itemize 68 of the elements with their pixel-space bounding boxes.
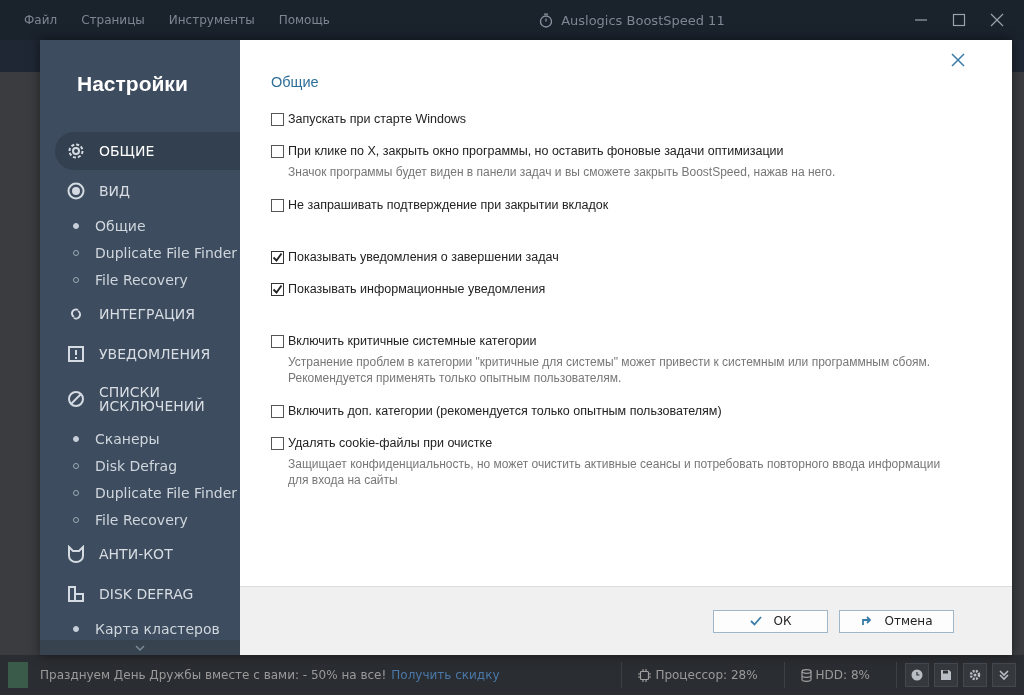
maximize-icon[interactable] [952,13,966,27]
chevron-down-icon [135,644,145,651]
checkbox-option[interactable]: Включить критичные системные категории [271,334,1002,348]
checkbox-option[interactable]: Удалять cookie-файлы при очистке [271,436,1002,450]
sidebar-subitem[interactable]: Disk Defrag [55,452,240,479]
sidebar-section[interactable]: ИНТЕГРАЦИЯ [55,295,240,333]
checkbox[interactable] [271,198,284,212]
close-icon[interactable] [951,53,965,67]
forbidden-icon [67,390,85,408]
checkbox[interactable] [271,250,284,264]
expand-button[interactable] [992,663,1016,687]
sidebar-section[interactable]: АНТИ-КОТ [55,535,240,573]
save-button[interactable] [934,663,958,687]
checkbox-option[interactable]: Показывать информационные уведомления [271,282,1002,296]
sidebar-subitem[interactable]: Общие [55,212,240,239]
checkbox[interactable] [271,404,284,418]
window-title: Auslogics BoostSpeed 11 [561,12,725,28]
sidebar-subitem[interactable]: Карта кластеров [55,615,240,640]
sidebar-section[interactable]: СПИСКИ ИСКЛЮЧЕНИЙ [55,375,240,423]
sidebar-section[interactable]: DISK DEFRAG [55,575,240,613]
sidebar-subitem[interactable]: Duplicate File Finder [55,239,240,266]
checkbox-option[interactable]: Запускать при старте Windows [271,112,1002,126]
menu-item[interactable]: Инструменты [158,13,265,27]
sidebar-subitem[interactable]: File Recovery [55,266,240,293]
cat-icon [67,545,85,563]
checkbox-option[interactable]: Не запрашивать подтверждение при закрытии вкладок [271,198,1002,212]
double-chevron-down-icon [998,669,1010,681]
checkbox[interactable] [271,144,284,158]
menu-item[interactable]: Страницы [71,13,155,27]
sidebar-section[interactable]: ВИД [55,172,240,210]
sidebar-section[interactable]: ОБЩИЕ [55,132,240,170]
disk-icon [800,668,812,682]
stopwatch-icon [539,12,554,28]
settings-icon [969,669,981,681]
option-description: Защищает конфиденциальность, но может очистить активные сеансы и потребовать повторного ввода информации для входа на сайты [287,456,942,488]
clock-icon [911,669,923,681]
menu-item[interactable]: Помощь [268,13,340,27]
checkbox-option[interactable]: Включить доп. категории (рекомендуется только опытным пользователям) [271,404,1002,418]
checkbox[interactable] [271,436,284,450]
turn-arrow-icon [860,615,873,627]
cancel-button[interactable]: Отмена [839,609,954,633]
menu-item[interactable]: Файл [14,13,68,27]
sidebar-subitem[interactable]: Сканеры [55,425,240,452]
checkbox-option[interactable]: При клике по X, закрыть окно программы, но оставить фоновые задачи оптимизации [271,144,1002,158]
hdd-usage: HDD: 8% [815,668,870,682]
settings-icon [67,142,85,160]
sidebar-title: Настройки [76,71,189,97]
checkbox[interactable] [271,112,284,126]
checkbox[interactable] [271,282,284,296]
checkbox-option[interactable]: Показывать уведомления о завершении задач [271,250,1002,264]
checkbox[interactable] [271,334,284,348]
cpu-usage: Процессор: 28% [655,668,758,682]
sidebar-subitem[interactable]: File Recovery [55,506,240,533]
processor-icon [638,668,652,682]
settings-button[interactable] [963,663,987,687]
option-description: Значок программы будет виден в панели задач и вы сможете закрыть BoostSpeed, нажав на него. [287,164,837,180]
notification-icon [67,345,85,363]
promo-text: Празднуем День Дружбы вместе с вами: - 50% на все! [40,668,387,682]
checkmark-icon [749,616,762,626]
ok-button[interactable]: ОК [713,609,828,633]
sidebar-subitem[interactable]: Duplicate File Finder [55,479,240,506]
close-icon[interactable] [990,13,1004,27]
option-description: Устранение проблем в категории "критичные для системы" может привести к системным или программным сбоям. Рекомендуется применять только опытным пользователям. [287,354,932,386]
clock-button[interactable] [905,663,929,687]
photo-placeholder [8,662,28,688]
section-heading: Общие [271,74,320,90]
blocks-icon [67,585,85,603]
sidebar-section[interactable]: УВЕДОМЛЕНИЯ [55,335,240,373]
